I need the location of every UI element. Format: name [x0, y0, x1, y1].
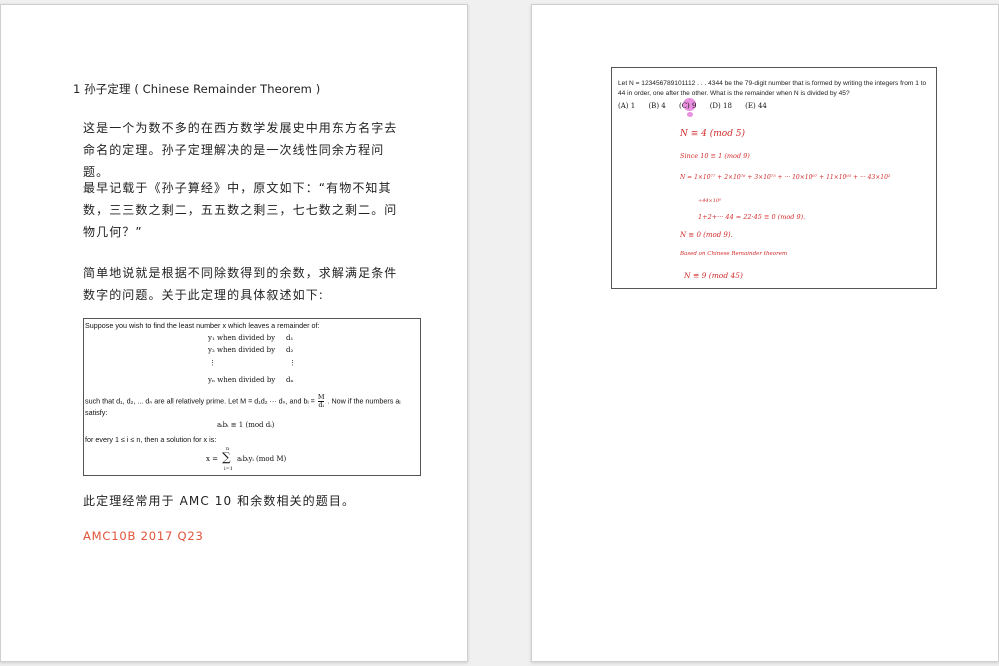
usage-paragraph: 此定理经常用于 AMC 10 和余数相关的题目。 [83, 494, 356, 508]
choice-d: (D) 18 [709, 102, 732, 110]
hw-line-4: +44×10⁰ [698, 198, 722, 204]
intro-paragraph: 这是一个为数不多的在西方数学发展史中用东方名字去命名的定理。孙子定理解决的是一次… [83, 121, 398, 179]
theorem-box: Suppose you wish to find the least numbe… [83, 318, 421, 476]
theorem-row-2: y₂ when divided by [208, 346, 276, 354]
hw-line-5: 1+2+··· 44 = 22·45 ≡ 0 (mod 9). [698, 213, 806, 221]
theorem-row-1: y₁ when divided by [208, 334, 276, 342]
theorem-satisfy: satisfy: [85, 408, 108, 417]
problem-reference-link[interactable]: AMC10B 2017 Q23 [83, 529, 204, 543]
theorem-for-every: for every 1 ≤ i ≤ n, then a solution for… [85, 435, 217, 444]
theorem-such-that-a: such that d₁, d₂, ... dₙ are all relativ… [85, 396, 315, 406]
sum-lower: i=1 [224, 466, 233, 472]
choice-b: (B) 4 [648, 102, 666, 110]
problem-box: Let N = 123456789101112 . . . 4344 be th… [611, 67, 937, 289]
document-page-left: 1 孙子定理 ( Chinese Remainder Theorem ) 这是一… [0, 4, 468, 662]
summary-paragraph: 简单地说就是根据不同除数得到的余数，求解满足条件数字的问题。关于此定理的具体叙述… [83, 266, 398, 302]
theorem-row-dots-d: ⋮ [289, 359, 296, 367]
theorem-congruence: aᵢbᵢ ≡ 1 (mod dᵢ) [217, 421, 275, 429]
theorem-such-that-b: . Now if the numbers aᵢ [327, 396, 401, 406]
answer-choices: (A) 1 (B) 4 (C) 9 (D) 18 (E) 44 [618, 102, 778, 110]
sum-sigma: ∑ [222, 450, 231, 464]
theorem-row-dots: ⋮ [209, 359, 216, 367]
theorem-fraction: M dᵢ [317, 394, 325, 409]
sum-rhs: aᵢbᵢyᵢ (mod M) [237, 455, 287, 463]
theorem-row-n-d: dₙ [286, 376, 294, 384]
problem-statement: Let N = 123456789101112 . . . 4344 be th… [618, 80, 927, 97]
theorem-intro: Suppose you wish to find the least numbe… [85, 321, 320, 330]
document-page-right: Let N = 123456789101112 . . . 4344 be th… [531, 4, 999, 662]
choice-e: (E) 44 [745, 102, 767, 110]
hw-line-7: Based on Chinese Remainder theorem [680, 251, 788, 257]
choice-a: (A) 1 [618, 102, 636, 110]
theorem-row-1-d: d₁ [286, 334, 294, 342]
hw-line-1: N ≡ 4 (mod 5) [680, 129, 746, 139]
theorem-row-2-d: d₂ [286, 346, 294, 354]
choice-c: (C) 9 [678, 102, 697, 110]
hw-line-2: Since 10 ≡ 1 (mod 9) [680, 152, 750, 160]
theorem-such-that: such that d₁, d₂, ... dₙ are all relativ… [85, 394, 401, 409]
section-heading: 1 孙子定理 ( Chinese Remainder Theorem ) [73, 82, 321, 96]
answer-highlight-tail [687, 112, 693, 117]
sum-lhs: x = [206, 455, 219, 463]
hw-line-6: N ≡ 0 (mod 9). [680, 231, 733, 239]
theorem-row-n: yₙ when divided by [208, 376, 276, 384]
hw-line-3: N = 1×10⁷⁷ + 2×10⁷⁶ + 3×10⁷⁵ + ··· 10×10… [680, 174, 891, 181]
hw-line-8: N ≡ 9 (mod 45) [684, 271, 743, 280]
history-paragraph: 最早记载于《孙子算经》中，原文如下：“有物不知其数，三三数之剩二，五五数之剩三，… [83, 181, 398, 239]
fraction-denominator: dᵢ [318, 401, 324, 409]
